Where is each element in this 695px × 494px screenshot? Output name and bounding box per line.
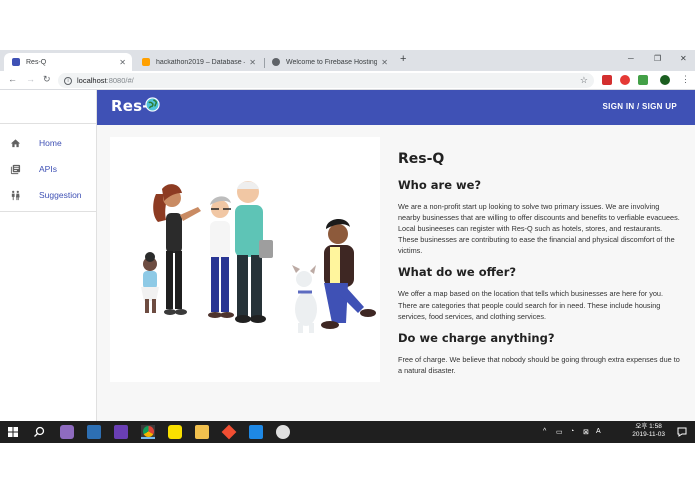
file-explorer-icon[interactable] [195,425,209,439]
clock-time: 오후 1:58 [635,423,662,430]
forward-button[interactable]: → [26,74,35,84]
people-illustration [141,181,376,333]
adblock-icon[interactable] [620,75,630,85]
tab-close-icon[interactable]: ✕ [119,58,126,67]
close-window-button[interactable]: ✕ [680,54,687,63]
firebase-favicon-icon [142,58,150,66]
section-heading: What do we offer? [398,265,517,280]
section-heading: Do we charge anything? [398,330,555,345]
nav-drawer: Home APIs Suggestion [0,90,97,421]
drawer-header [0,90,96,124]
app-bar: Res- SIGN IN / SIGN UP [97,90,695,125]
git-icon[interactable] [221,424,237,440]
drawer-item-label: Home [39,138,62,148]
drawer-item-home[interactable]: Home [0,133,96,153]
tab-firebase-database[interactable]: hackathon2019 – Database – Fi ✕ [134,53,262,71]
tab-close-icon[interactable]: ✕ [249,58,256,67]
browser-toolbar: ← → ↻ i localhost:8080/#/ ☆ ⋮ [0,71,695,90]
globe-favicon-icon [272,58,280,66]
section-body: Free of charge. We believe that nobody s… [398,354,680,375]
profile-avatar[interactable] [660,75,670,85]
tab-close-icon[interactable]: ✕ [381,58,388,67]
drawer-divider [0,211,96,212]
tab-strip: Res-Q ✕ hackathon2019 – Database – Fi ✕ … [0,50,695,71]
drawer-item-label: Suggestion [39,190,82,200]
about-section: Res-Q Who are we? We are a non-profit st… [398,151,683,376]
visual-studio-icon[interactable] [114,425,128,439]
drawer-item-apis[interactable]: APIs [0,159,96,179]
main-content: Res-Q Who are we? We are a non-profit st… [97,125,695,421]
screen: { "browser": { "tabs": [ {"title": "Res-… [0,0,695,494]
address-path: :8080/#/ [106,76,134,85]
girl-figure [141,252,159,313]
man-figure [321,218,376,329]
section-heading: Who are we? [398,178,482,192]
tab-title: Res-Q [26,58,47,66]
tab-res-q[interactable]: Res-Q ✕ [4,53,132,71]
network-icon[interactable]: ◔ [570,428,574,435]
grandmother-figure [208,196,234,318]
maximize-button[interactable]: ❐ [654,54,661,63]
people-icon [11,190,20,200]
app: Home APIs Suggestion Res- SIGN IN / SIGN… [0,90,695,421]
woman-figure [153,184,201,315]
extension-icon[interactable] [638,75,648,85]
kakaotalk-icon[interactable] [168,425,182,439]
minimize-button[interactable]: ─ [628,54,634,63]
back-button[interactable]: ← [8,74,17,84]
page-bottom-margin [0,443,695,494]
app-icon[interactable] [276,425,290,439]
chrome-icon [143,426,154,437]
reload-button[interactable]: ↻ [43,74,51,85]
search-icon[interactable] [32,425,46,439]
taskbar: ^ ▭ ◔ ⊠ A 오후 1:58 2019-11-03 [0,421,695,443]
app-icon[interactable] [60,425,74,439]
sign-in-button[interactable]: SIGN IN / SIGN UP [603,102,677,111]
address-host: localhost [77,76,107,85]
address-bar[interactable]: i localhost:8080/#/ ☆ [58,73,594,88]
clock-date: 2019-11-03 [632,431,665,438]
globe-logo-icon [145,97,160,112]
tray-overflow-icon[interactable]: ^ [543,428,546,435]
home-icon [10,138,21,147]
info-icon[interactable]: i [64,76,72,85]
section-body: We offer a map based on the location tha… [398,289,664,321]
drawer-item-suggestion[interactable]: Suggestion [0,185,96,205]
taskbar-clock[interactable]: 오후 1:58 2019-11-03 [632,423,665,439]
tab-title: hackathon2019 – Database – Fi [156,58,245,66]
tab-firebase-hosting[interactable]: Welcome to Firebase Hosting ✕ [264,53,394,71]
library-icon [10,164,21,174]
volume-icon[interactable]: ⊠ [583,428,589,436]
grandfather-figure [235,181,273,323]
dog-figure [292,265,317,333]
page-title: Res-Q [398,151,445,167]
tab-title: Welcome to Firebase Hosting [286,58,378,66]
new-tab-button[interactable]: + [400,53,406,65]
hero-illustration [110,137,380,382]
brand-logo[interactable]: Res- [111,97,149,115]
section-body: We are a non-profit start up looking to … [398,202,680,256]
vscode-icon[interactable] [249,425,263,439]
windows-start-icon[interactable] [6,425,20,439]
ime-icon[interactable]: A [596,428,601,435]
app-icon[interactable] [87,425,101,439]
notification-icon[interactable] [677,427,687,437]
menu-icon[interactable]: ⋮ [681,74,690,85]
res-q-favicon-icon [12,58,20,66]
extension-icon[interactable] [602,75,612,85]
battery-icon[interactable]: ▭ [556,428,563,436]
bookmark-star-icon[interactable]: ☆ [580,75,588,86]
drawer-item-label: APIs [39,164,57,174]
